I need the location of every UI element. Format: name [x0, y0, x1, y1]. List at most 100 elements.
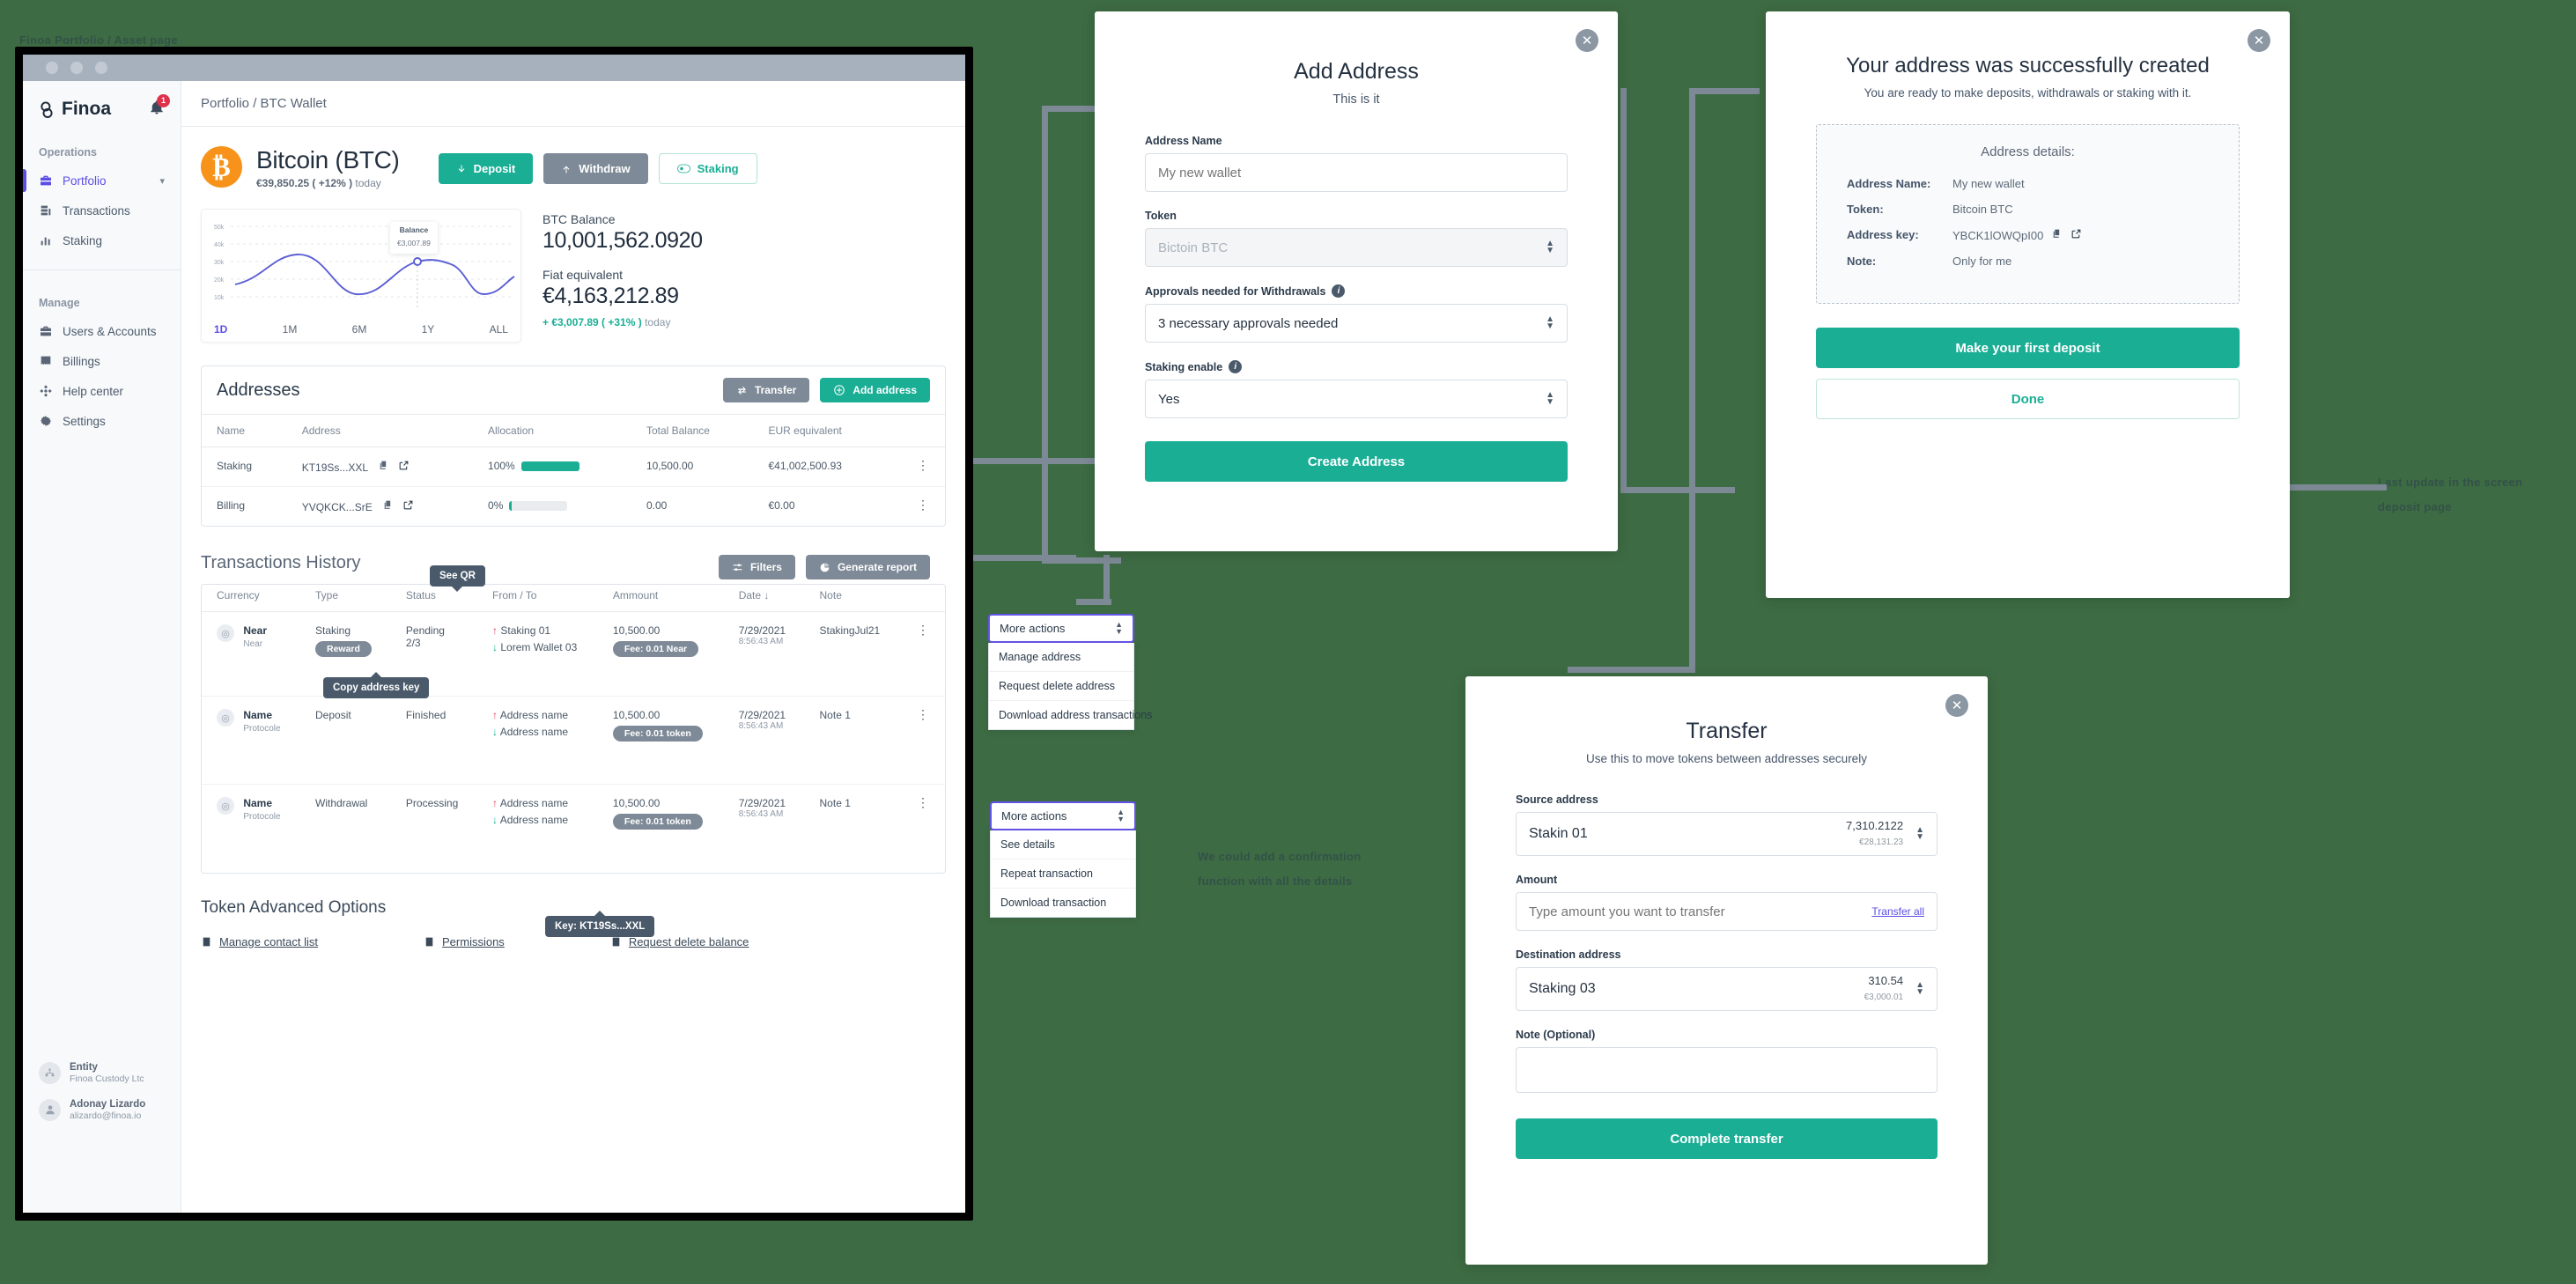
- tx-note: Note 1: [819, 797, 851, 809]
- row-menu-icon[interactable]: ⋮: [917, 498, 930, 512]
- sidebar-item-staking[interactable]: Staking: [23, 225, 181, 255]
- table-row[interactable]: ◎ Name Protocole Deposit Finished ↑ Addr…: [202, 696, 945, 785]
- sidebar-item-portfolio[interactable]: Portfolio ▾: [23, 166, 181, 196]
- sidebar-item-settings[interactable]: Settings: [23, 406, 181, 436]
- manage-contact-list-link[interactable]: Manage contact list: [201, 935, 318, 948]
- destination-address-select[interactable]: Staking 03 310.54 €3,000.01 ▲ ▼: [1516, 967, 1938, 1011]
- col-date[interactable]: Date ↓: [723, 579, 805, 612]
- window-close-dot[interactable]: [46, 62, 58, 74]
- entity-row[interactable]: Entity Finoa Custody Ltc: [35, 1055, 168, 1092]
- done-button[interactable]: Done: [1816, 379, 2240, 419]
- menu-item-repeat-transaction[interactable]: Repeat transaction: [991, 860, 1135, 889]
- external-link-icon[interactable]: [2070, 228, 2082, 242]
- staking-enable-select[interactable]: Yes ▲ ▼: [1145, 380, 1568, 418]
- note-input[interactable]: [1516, 1047, 1938, 1093]
- transfer-all-link[interactable]: Transfer all: [1871, 905, 1924, 918]
- chart-range-all[interactable]: ALL: [490, 323, 508, 336]
- approvals-select[interactable]: 3 necessary approvals needed ▲ ▼: [1145, 304, 1568, 343]
- transaction-more-actions-label: More actions: [1001, 809, 1067, 823]
- success-modal: ✕ Your address was successfully created …: [1766, 11, 2290, 598]
- close-icon[interactable]: ✕: [2248, 29, 2270, 52]
- sidebar-item-billings[interactable]: Billings: [23, 346, 181, 376]
- chart-range-1y[interactable]: 1Y: [422, 323, 435, 336]
- menu-item-download-transaction[interactable]: Download transaction: [991, 889, 1135, 917]
- bars-icon: [41, 237, 50, 246]
- close-icon[interactable]: ✕: [1576, 29, 1598, 52]
- add-address-button[interactable]: Add address: [820, 378, 930, 402]
- sidebar-item-users-accounts[interactable]: Users & Accounts: [23, 316, 181, 346]
- qr-external-icon[interactable]: [398, 460, 410, 474]
- address-name: Billing: [217, 499, 246, 512]
- address-more-actions-dropdown: More actions ▲ ▼ Manage address Request d…: [988, 614, 1152, 730]
- chart-range-1d[interactable]: 1D: [214, 323, 227, 336]
- source-fiat: €28,131.23: [1859, 837, 1904, 847]
- transfer-button[interactable]: Transfer: [722, 378, 810, 402]
- staking-button[interactable]: Staking: [658, 153, 757, 184]
- menu-item-request-delete-address[interactable]: Request delete address: [989, 672, 1133, 701]
- table-row[interactable]: ◎ Near Near Staking Reward Pending 2/3 ↑…: [202, 611, 945, 697]
- table-row[interactable]: Staking KT19Ss...XXL 100% 10,500.00 €41,…: [202, 446, 945, 487]
- balance-chart[interactable]: 50k 40k 30k 20k 10k Balance €3,007.89 1D…: [201, 209, 521, 343]
- sidebar-item-help-center[interactable]: Help center: [23, 376, 181, 406]
- destination-address-value: Staking 03: [1529, 981, 1596, 996]
- permissions-link[interactable]: Permissions: [424, 935, 505, 948]
- menu-item-manage-address[interactable]: Manage address: [989, 643, 1133, 672]
- user-row[interactable]: Adonay Lizardo alizardo@finoa.io: [35, 1092, 168, 1129]
- success-subtitle: You are ready to make deposits, withdraw…: [1864, 86, 2192, 100]
- address-more-actions-trigger[interactable]: More actions ▲ ▼: [988, 614, 1134, 643]
- arrow-up-icon: [563, 166, 570, 173]
- col-type: Type: [300, 579, 391, 612]
- sketch-mid-note-2: function with all the details: [1198, 874, 1353, 888]
- tx-time: 8:56:43 AM: [738, 721, 784, 731]
- row-menu-icon[interactable]: ⋮: [917, 795, 930, 809]
- notifications-bell[interactable]: 1: [149, 93, 170, 120]
- info-icon[interactable]: i: [1332, 284, 1346, 298]
- filters-button[interactable]: Filters: [718, 555, 795, 579]
- amount-input[interactable]: [1529, 904, 1814, 919]
- notification-badge: 1: [157, 93, 170, 107]
- chart-range-1m[interactable]: 1M: [283, 323, 298, 336]
- qr-external-icon[interactable]: [402, 499, 414, 513]
- tx-fee: Fee: 0.01 token: [612, 726, 703, 742]
- asset-price-period: today: [355, 177, 381, 189]
- brand-logo[interactable]: Finoa: [39, 99, 111, 120]
- currency-icon: ◎: [217, 797, 234, 815]
- row-menu-icon[interactable]: ⋮: [917, 458, 930, 472]
- sidebar-item-settings-label: Settings: [63, 414, 106, 428]
- arrow-down-icon: ↓: [492, 726, 498, 738]
- info-icon[interactable]: i: [1229, 360, 1243, 373]
- source-address-select[interactable]: Stakin 01 7,310.2122 €28,131.23 ▲ ▼: [1516, 812, 1938, 856]
- destination-amount: 310.54: [1868, 973, 1904, 987]
- make-first-deposit-button[interactable]: Make your first deposit: [1816, 328, 2240, 368]
- window-maximize-dot[interactable]: [95, 62, 107, 74]
- copy-icon[interactable]: [2051, 228, 2063, 242]
- chart-range-6m[interactable]: 6M: [352, 323, 367, 336]
- address-name-input[interactable]: [1145, 153, 1568, 192]
- window-minimize-dot[interactable]: [70, 62, 83, 74]
- menu-item-see-details[interactable]: See details: [991, 830, 1135, 860]
- table-row[interactable]: ◎ Name Protocole Withdrawal Processing ↑…: [202, 785, 945, 873]
- copy-icon[interactable]: [378, 460, 389, 474]
- deposit-button[interactable]: Deposit: [438, 153, 534, 184]
- generate-report-button[interactable]: Generate report: [805, 555, 930, 579]
- chart-range-selector[interactable]: 1D 1M 6M 1Y ALL: [214, 323, 508, 336]
- row-menu-icon[interactable]: ⋮: [917, 623, 930, 637]
- total-balance: 10,500.00: [631, 446, 754, 487]
- create-address-button[interactable]: Create Address: [1145, 441, 1568, 482]
- table-row[interactable]: Billing YVQKCK...SrE 0% 0.00 €0.00 ⋮: [202, 487, 945, 527]
- chevron-down-icon[interactable]: ▾: [159, 175, 165, 187]
- menu-item-download-address-transactions[interactable]: Download address transactions: [989, 701, 1152, 729]
- arrow-down-icon: ↓: [492, 641, 498, 653]
- row-menu-icon[interactable]: ⋮: [917, 707, 930, 721]
- tx-amount: 10,500.00: [612, 797, 661, 809]
- org-icon: [45, 1068, 55, 1077]
- token-select[interactable]: Bictoin BTC ▲ ▼: [1145, 228, 1568, 267]
- close-icon[interactable]: ✕: [1945, 694, 1968, 717]
- complete-transfer-button[interactable]: Complete transfer: [1516, 1118, 1938, 1159]
- sidebar-item-transactions[interactable]: Transactions: [23, 196, 181, 225]
- transaction-more-actions-trigger[interactable]: More actions ▲ ▼: [990, 801, 1136, 830]
- currency-name: Near: [243, 624, 268, 637]
- fiat-value: €4,163,212.89: [543, 284, 679, 308]
- copy-icon[interactable]: [382, 499, 394, 513]
- withdraw-button[interactable]: Withdraw: [543, 153, 648, 184]
